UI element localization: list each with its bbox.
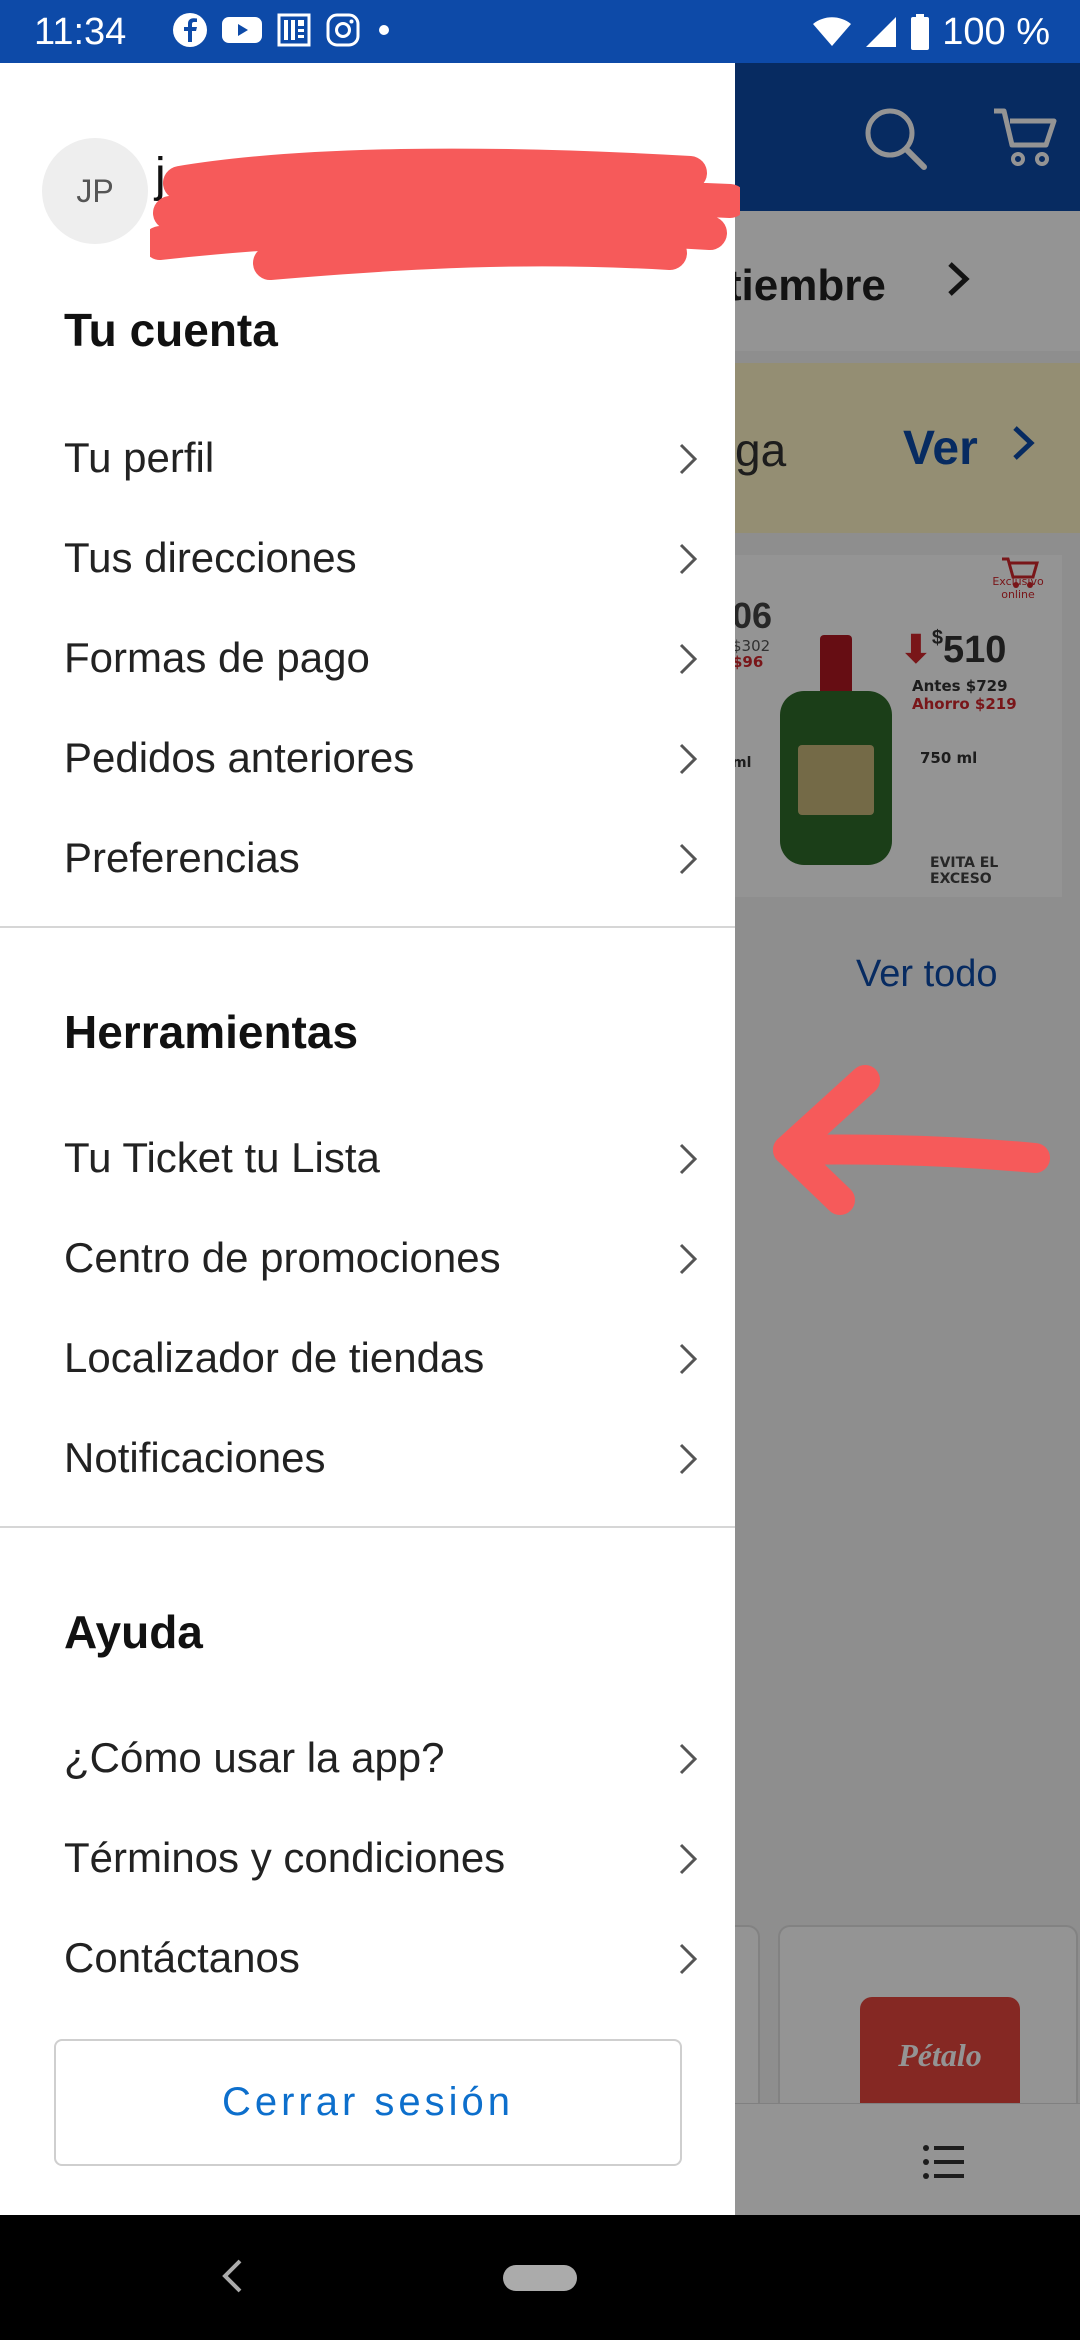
- logout-button[interactable]: Cerrar sesión: [54, 2039, 682, 2166]
- arrow-left-annotation-icon: [770, 1060, 1050, 1224]
- status-time: 11:34: [34, 11, 127, 53]
- menu-item-label: Tus direcciones: [64, 534, 357, 581]
- chevron-right-icon: [678, 1742, 698, 1780]
- menu-item-label: Localizador de tiendas: [64, 1334, 485, 1381]
- menu-item-payment-methods[interactable]: Formas de pago: [0, 608, 735, 708]
- menu-item-promotions-center[interactable]: Centro de promociones: [0, 1208, 735, 1308]
- menu-item-label: Tu Ticket tu Lista: [64, 1134, 380, 1181]
- news-icon: [276, 12, 312, 48]
- menu-item-label: Formas de pago: [64, 634, 370, 681]
- navigation-drawer: JP j @g om Tu cuenta Tu perfil Tus direc…: [0, 63, 747, 2215]
- chevron-right-icon: [678, 1342, 698, 1380]
- chevron-right-icon: [678, 742, 698, 780]
- chevron-right-icon: [678, 542, 698, 580]
- menu-item-label: Contáctanos: [64, 1934, 300, 1981]
- menu-item-profile[interactable]: Tu perfil: [0, 408, 735, 508]
- wifi-icon: [812, 16, 852, 48]
- chevron-right-icon: [678, 442, 698, 480]
- chevron-right-icon: [678, 1442, 698, 1480]
- menu-item-preferences[interactable]: Preferencias: [0, 808, 735, 908]
- section-title-tools: Herramientas: [64, 1006, 359, 1058]
- youtube-icon: [222, 15, 262, 45]
- redaction-scribble-icon: [143, 133, 747, 297]
- menu-item-label: Tu perfil: [64, 434, 215, 481]
- chevron-right-icon: [678, 842, 698, 880]
- menu-item-label: Pedidos anteriores: [64, 734, 415, 781]
- chevron-right-icon: [678, 1242, 698, 1280]
- avatar: JP: [42, 138, 148, 244]
- section-title-help: Ayuda: [64, 1606, 203, 1658]
- menu-item-terms[interactable]: Términos y condiciones: [0, 1808, 735, 1908]
- chevron-right-icon: [678, 642, 698, 680]
- battery-percent: 100 %: [942, 11, 1050, 53]
- dot-icon: [374, 20, 394, 40]
- facebook-icon: [172, 12, 208, 48]
- menu-item-past-orders[interactable]: Pedidos anteriores: [0, 708, 735, 808]
- menu-item-store-locator[interactable]: Localizador de tiendas: [0, 1308, 735, 1408]
- menu-item-label: Notificaciones: [64, 1434, 326, 1481]
- chevron-right-icon: [678, 1942, 698, 1980]
- section-divider: [0, 1526, 735, 1528]
- chevron-right-icon: [678, 1142, 698, 1180]
- menu-item-ticket-list[interactable]: Tu Ticket tu Lista: [0, 1108, 735, 1208]
- home-pill-icon[interactable]: [503, 2265, 577, 2291]
- menu-item-label: Preferencias: [64, 834, 300, 881]
- menu-item-label: Centro de promociones: [64, 1234, 501, 1281]
- section-title-account: Tu cuenta: [64, 304, 278, 356]
- menu-item-addresses[interactable]: Tus direcciones: [0, 508, 735, 608]
- menu-item-notifications[interactable]: Notificaciones: [0, 1408, 735, 1508]
- chevron-right-icon: [678, 1842, 698, 1880]
- menu-item-label: Términos y condiciones: [64, 1834, 506, 1881]
- notification-icons: [172, 12, 394, 48]
- status-bar: 11:34 100 %: [0, 0, 1080, 63]
- status-right: 100 %: [812, 8, 1050, 56]
- menu-item-how-to-use[interactable]: ¿Cómo usar la app?: [0, 1708, 735, 1808]
- section-divider: [0, 926, 735, 928]
- system-nav-bar: [0, 2215, 1080, 2340]
- instagram-icon: [326, 13, 360, 47]
- signal-icon: [864, 15, 898, 49]
- battery-icon: [910, 14, 930, 50]
- menu-item-contact[interactable]: Contáctanos: [0, 1908, 735, 2008]
- menu-item-label: ¿Cómo usar la app?: [64, 1734, 445, 1781]
- back-icon[interactable]: [216, 2253, 246, 2303]
